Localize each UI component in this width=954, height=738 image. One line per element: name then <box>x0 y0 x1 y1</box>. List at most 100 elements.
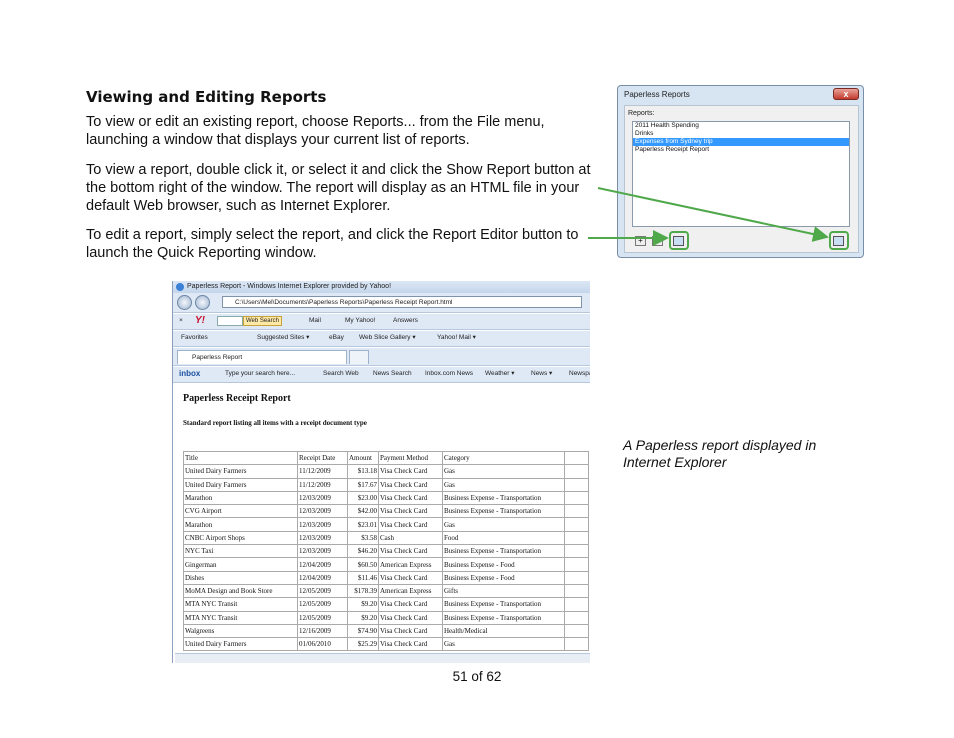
table-cell: Visa Check Card <box>378 504 443 519</box>
mail-link[interactable]: Mail <box>309 314 321 328</box>
table-cell: Business Expense - Transportation <box>442 610 565 625</box>
horizontal-scrollbar[interactable] <box>175 653 590 663</box>
report-title: Paperless Receipt Report <box>183 393 291 404</box>
inbox-search-input[interactable]: Type your search here... <box>225 367 295 381</box>
table-cell: $13.18 <box>347 464 379 479</box>
remove-report-button[interactable]: - <box>652 236 663 246</box>
table-row: United Dairy Farmers 01/06/2010 $25.29 Visa… <box>183 637 589 652</box>
column-spacer <box>564 597 589 612</box>
table-cell: 01/06/2010 <box>297 637 348 652</box>
suggested-sites-link[interactable]: Suggested Sites ▾ <box>257 331 309 345</box>
report-item[interactable]: Drinks <box>633 130 849 138</box>
ebay-link[interactable]: eBay <box>329 331 344 345</box>
column-spacer <box>564 623 589 639</box>
address-input[interactable]: C:\Users\Mel\Documents\Paperless Reports… <box>222 296 582 308</box>
table-cell: $11.46 <box>347 570 379 585</box>
table-row: CVG Airport 12/03/2009 $42.00 Visa Check Ca… <box>183 504 589 519</box>
table-cell: Gas <box>442 637 565 652</box>
table-cell: United Dairy Farmers <box>183 477 298 492</box>
close-button[interactable]: x <box>833 88 859 100</box>
table-cell: 11/12/2009 <box>297 464 348 479</box>
table-cell: American Express <box>378 583 443 599</box>
news-search-button[interactable]: News Search <box>373 367 412 381</box>
table-row: MTA NYC Transit 12/05/2009 $9.20 Visa Check… <box>183 597 589 612</box>
column-spacer <box>564 450 589 466</box>
new-tab-button[interactable] <box>349 350 369 364</box>
column-spacer <box>564 477 589 492</box>
table-cell: Visa Check Card <box>378 544 443 559</box>
forward-arrow-icon[interactable] <box>195 295 210 310</box>
report-item[interactable]: Paperless Receipt Report <box>633 146 849 154</box>
show-report-button[interactable] <box>833 236 844 246</box>
table-cell: $60.50 <box>347 557 379 572</box>
table-header-row: Title Receipt Date Amount Payment Method… <box>183 450 589 466</box>
internet-explorer-window: Paperless Report - Windows Internet Expl… <box>172 281 590 663</box>
table-cell: Visa Check Card <box>378 464 443 479</box>
table-cell: Business Expense - Transportation <box>442 597 565 612</box>
answers-link[interactable]: Answers <box>393 314 418 328</box>
table-cell: Gifts <box>442 583 565 599</box>
yahoo-logo: Y! <box>195 315 205 326</box>
table-row: Dishes 12/04/2009 $11.46 Visa Check Card Bus… <box>183 570 589 585</box>
news-button[interactable]: News ▾ <box>531 367 552 381</box>
inbox-news-button[interactable]: Inbox.com News <box>425 367 473 381</box>
table-cell: $9.20 <box>347 610 379 625</box>
table-row: Marathon 12/03/2009 $23.00 Visa Check Card B… <box>183 490 589 506</box>
table-cell: Visa Check Card <box>378 490 443 506</box>
newspaper-button[interactable]: Newspa <box>569 367 590 381</box>
browser-window-title: Paperless Report - Windows Internet Expl… <box>187 283 392 290</box>
table-row: MoMA Design and Book Store 12/05/2009 $178… <box>183 583 589 599</box>
favorites-button[interactable]: Favorites <box>181 331 208 345</box>
table-cell: United Dairy Farmers <box>183 464 298 479</box>
report-editor-button[interactable] <box>673 236 684 246</box>
report-table: Title Receipt Date Amount Payment Method… <box>183 450 589 652</box>
inbox-toolbar: inbox Type your search here... Search We… <box>173 367 590 383</box>
table-cell: NYC Taxi <box>183 544 298 559</box>
add-report-button[interactable]: + <box>635 236 646 246</box>
table-row: NYC Taxi 12/03/2009 $46.20 Visa Check Card B… <box>183 544 589 559</box>
table-cell: $46.20 <box>347 544 379 559</box>
column-header: Title <box>183 450 298 466</box>
reports-list[interactable]: 2011 Health Spending Drinks Expenses fro… <box>632 121 850 227</box>
table-cell: 12/05/2009 <box>297 610 348 625</box>
web-slice-gallery-link[interactable]: Web Slice Gallery ▾ <box>359 331 416 345</box>
column-spacer <box>564 583 589 599</box>
tab-paperless-report[interactable]: Paperless Report <box>177 350 347 364</box>
my-yahoo-link[interactable]: My Yahoo! <box>345 314 375 328</box>
table-cell: 12/05/2009 <box>297 597 348 612</box>
table-cell: Marathon <box>183 517 298 532</box>
section-heading: Viewing and Editing Reports <box>86 88 327 106</box>
column-spacer <box>564 544 589 559</box>
dialog-title: Paperless Reports <box>624 90 690 99</box>
paperless-reports-dialog: Paperless Reports x Reports: 2011 Health… <box>617 85 864 258</box>
table-row: Gingerman 12/04/2009 $60.50 American Expres… <box>183 557 589 572</box>
weather-button[interactable]: Weather ▾ <box>485 367 515 381</box>
page-number: 51 of 62 <box>452 669 502 684</box>
table-cell: 11/12/2009 <box>297 477 348 492</box>
inbox-logo: inbox <box>179 369 201 378</box>
table-row: MTA NYC Transit 12/05/2009 $9.20 Visa Check… <box>183 610 589 625</box>
table-row: United Dairy Farmers 11/12/2009 $17.67 Visa… <box>183 477 589 492</box>
tab-strip: Paperless Report <box>173 348 590 366</box>
column-spacer <box>564 504 589 519</box>
column-header: Payment Method <box>378 450 443 466</box>
report-item[interactable]: 2011 Health Spending <box>633 122 849 130</box>
favorites-bar: Favorites Suggested Sites ▾ eBay Web Sli… <box>173 331 590 347</box>
table-cell: 12/03/2009 <box>297 530 348 546</box>
back-arrow-icon[interactable] <box>177 295 192 310</box>
close-toolbar-icon[interactable]: × <box>179 314 183 328</box>
table-cell: Food <box>442 530 565 546</box>
table-cell: Visa Check Card <box>378 477 443 492</box>
web-search-button[interactable]: Web Search <box>243 316 282 326</box>
ie-icon <box>176 283 184 291</box>
search-web-button[interactable]: Search Web <box>323 367 359 381</box>
table-cell: Gas <box>442 477 565 492</box>
column-spacer <box>564 570 589 585</box>
report-item-selected[interactable]: Expenses from Sydney trip <box>633 138 849 146</box>
yahoo-mail-link[interactable]: Yahoo! Mail ▾ <box>437 331 476 345</box>
table-cell: $74.90 <box>347 623 379 639</box>
report-subtitle: Standard report listing all items with a… <box>183 419 367 427</box>
table-cell: Gingerman <box>183 557 298 572</box>
table-cell: Visa Check Card <box>378 610 443 625</box>
yahoo-search-input[interactable] <box>217 316 243 326</box>
